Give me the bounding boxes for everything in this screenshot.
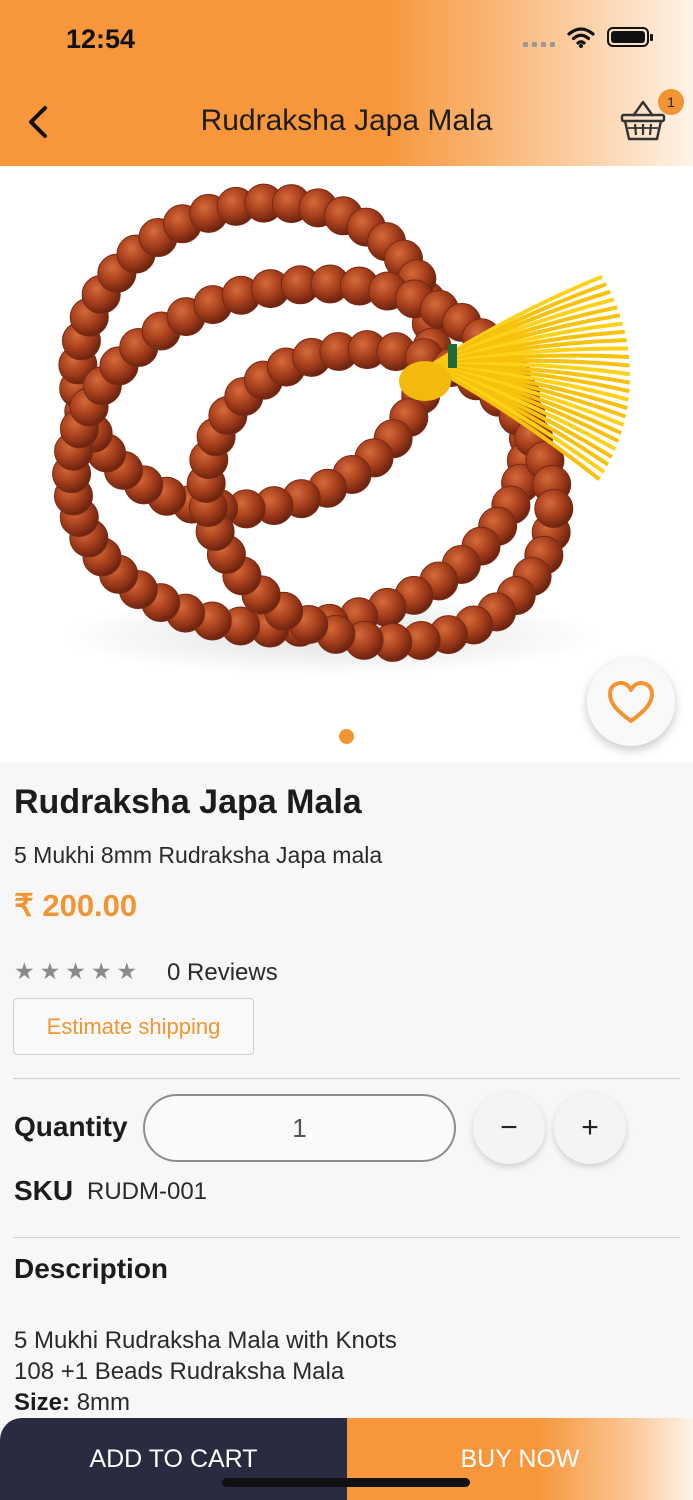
cellular-signal-icon <box>523 27 555 47</box>
bottom-action-bar: ADD TO CART BUY NOW <box>0 1418 693 1500</box>
product-price: ₹ 200.00 <box>14 888 138 923</box>
image-pager-dot-active[interactable] <box>339 729 354 744</box>
product-subtitle: 5 Mukhi 8mm Rudraksha Japa mala <box>14 842 383 868</box>
rudraksha-mala-image <box>52 183 631 676</box>
status-time: 12:54 <box>66 24 136 54</box>
rating-stars: ★ ★ ★ ★ ★ <box>14 958 137 985</box>
reviews-count[interactable]: 0 Reviews <box>167 959 278 987</box>
buy-now-button[interactable]: BUY NOW <box>347 1418 693 1500</box>
increase-quantity-button[interactable]: + <box>554 1092 626 1164</box>
sku-value: RUDM-001 <box>87 1178 208 1205</box>
star-icon: ★ <box>90 958 112 984</box>
size-label: Size: <box>14 1389 71 1416</box>
quantity-input[interactable] <box>143 1094 456 1162</box>
divider <box>13 1237 680 1238</box>
sku-label: SKU <box>14 1175 74 1206</box>
star-icon: ★ <box>65 958 86 984</box>
product-name: Rudraksha Japa Mala <box>14 783 362 821</box>
heart-icon <box>608 681 654 723</box>
status-icons <box>523 26 653 48</box>
description-size: Size: 8mm <box>14 1389 130 1417</box>
divider <box>13 1078 680 1079</box>
star-icon: ★ <box>116 958 138 984</box>
wifi-icon <box>567 27 595 48</box>
description-line: 5 Mukhi Rudraksha Mala with Knots <box>14 1327 397 1354</box>
quantity-label: Quantity <box>14 1111 128 1142</box>
estimate-shipping-button[interactable]: Estimate shipping <box>13 998 254 1055</box>
app-header: 12:54 Rudraksha Japa Mala 1 <box>0 0 693 166</box>
product-image[interactable] <box>0 166 693 763</box>
favorite-button[interactable] <box>587 658 675 746</box>
description-title: Description <box>14 1253 169 1284</box>
add-to-cart-button[interactable]: ADD TO CART <box>0 1418 347 1500</box>
star-icon: ★ <box>39 958 61 984</box>
star-icon: ★ <box>14 958 35 984</box>
decrease-quantity-button[interactable]: − <box>473 1092 545 1164</box>
battery-icon <box>607 27 653 47</box>
description-line: 108 +1 Beads Rudraksha Mala <box>14 1358 345 1385</box>
size-value: 8mm <box>76 1389 131 1416</box>
page-title: Rudraksha Japa Mala <box>200 104 493 137</box>
home-indicator <box>222 1478 470 1487</box>
cart-count-badge: 1 <box>658 89 684 115</box>
